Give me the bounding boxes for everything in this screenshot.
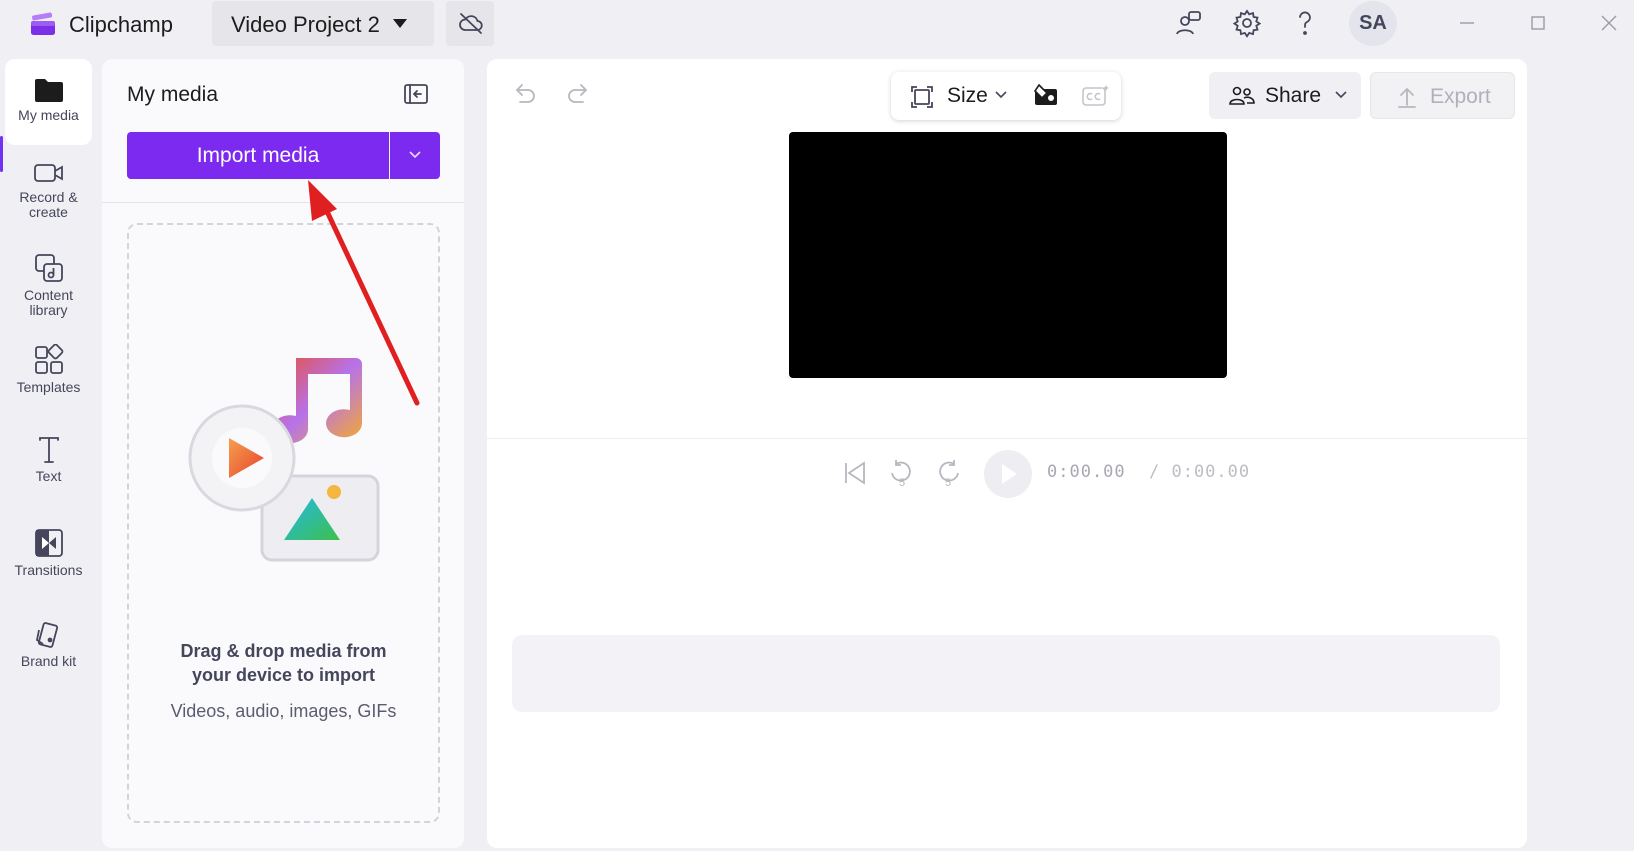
drop-zone-subtitle: Videos, audio, images, GIFs [170, 701, 397, 721]
upload-icon [1398, 87, 1416, 108]
caret-down-icon [393, 19, 407, 28]
title-bar: Clipchamp Video Project 2 SA [0, 0, 1634, 52]
skip-to-start-icon[interactable] [842, 460, 868, 486]
share-label: Share [1265, 84, 1322, 107]
preview-area: Size Share Export 5 5 0:00.00 / 0:00.00 [487, 59, 1527, 848]
maximize-icon[interactable] [1523, 8, 1553, 38]
aspect-ratio-icon[interactable] [910, 85, 934, 109]
chevron-down-icon [409, 151, 421, 159]
rail-item-my-media[interactable]: My media [5, 59, 92, 145]
rail-item-label: Content library [23, 287, 74, 318]
share-button[interactable]: Share [1209, 72, 1361, 119]
timeline-drop-area[interactable] [512, 635, 1500, 712]
left-navigation-rail: My media Record & create Content library… [0, 52, 96, 851]
current-time: 0:00.00 [1047, 462, 1126, 482]
export-button[interactable]: Export [1370, 72, 1515, 119]
people-icon [1229, 86, 1255, 105]
collapse-panel-icon[interactable] [401, 79, 431, 109]
rail-item-label: Templates [16, 379, 81, 395]
play-button[interactable] [984, 450, 1032, 498]
cloud-off-icon [459, 13, 483, 34]
avatar[interactable]: SA [1349, 1, 1397, 46]
rail-item-label: Brand kit [20, 653, 77, 669]
rail-item-label: Text [35, 468, 62, 484]
export-label: Export [1430, 85, 1491, 108]
panel-title: My media [127, 83, 219, 106]
my-media-panel: My media Import media Drag & drop media … [102, 59, 464, 848]
redo-icon[interactable] [565, 81, 591, 107]
rail-item-brand-kit[interactable]: Brand kit [5, 620, 92, 690]
divider [487, 438, 1527, 439]
rail-item-transitions[interactable]: Transitions [5, 527, 92, 597]
help-icon[interactable] [1290, 8, 1320, 38]
drop-zone-title: Drag & drop media from your device to im… [180, 641, 387, 685]
rail-item-record-create[interactable]: Record & create [5, 160, 92, 240]
chevron-down-icon [1335, 91, 1347, 99]
project-name-dropdown[interactable]: Video Project 2 [212, 1, 434, 46]
gear-icon[interactable] [1232, 8, 1262, 38]
folder-icon [34, 79, 63, 102]
rewind-5-icon[interactable]: 5 [888, 457, 916, 489]
people-feedback-icon[interactable] [1174, 8, 1204, 38]
close-icon[interactable] [1594, 8, 1624, 38]
captions-icon[interactable] [1081, 83, 1111, 109]
active-indicator [0, 136, 3, 172]
cloud-sync-button[interactable] [446, 1, 494, 46]
media-drop-zone[interactable]: Drag & drop media from your device to im… [127, 223, 440, 823]
svg-text:5: 5 [945, 477, 951, 489]
project-name: Video Project 2 [231, 12, 380, 37]
import-options-dropdown[interactable] [390, 132, 440, 179]
brand-kit-icon [35, 622, 58, 648]
app-name: Clipchamp [69, 12, 173, 37]
text-icon [38, 437, 59, 463]
rail-item-label: Record & create [19, 189, 78, 220]
play-icon [1002, 464, 1017, 484]
transitions-icon [34, 529, 63, 557]
rail-item-label: My media [18, 107, 79, 123]
divider [102, 202, 464, 203]
templates-icon [34, 344, 63, 374]
rail-item-content-library[interactable]: Content library [5, 252, 92, 332]
size-label[interactable]: Size [947, 84, 988, 108]
media-illustration [188, 358, 380, 562]
rail-item-label: Transitions [14, 562, 83, 578]
undo-icon[interactable] [512, 81, 538, 107]
total-duration: / 0:00.00 [1149, 462, 1251, 482]
minimize-icon[interactable] [1452, 8, 1482, 38]
video-canvas[interactable] [789, 132, 1227, 378]
background-fill-icon[interactable] [1032, 83, 1060, 109]
rail-item-templates[interactable]: Templates [5, 344, 92, 414]
chevron-down-icon[interactable] [994, 90, 1008, 100]
playback-controls: 5 5 0:00.00 / 0:00.00 [487, 447, 1527, 498]
camera-icon [33, 164, 63, 182]
forward-5-icon[interactable]: 5 [934, 457, 962, 489]
rail-item-text[interactable]: Text [5, 435, 92, 505]
import-media-button[interactable]: Import media [127, 132, 389, 179]
library-icon [34, 254, 63, 282]
clipchamp-logo [31, 12, 55, 35]
svg-text:5: 5 [899, 477, 905, 489]
canvas-toolbar: Size [891, 72, 1121, 120]
